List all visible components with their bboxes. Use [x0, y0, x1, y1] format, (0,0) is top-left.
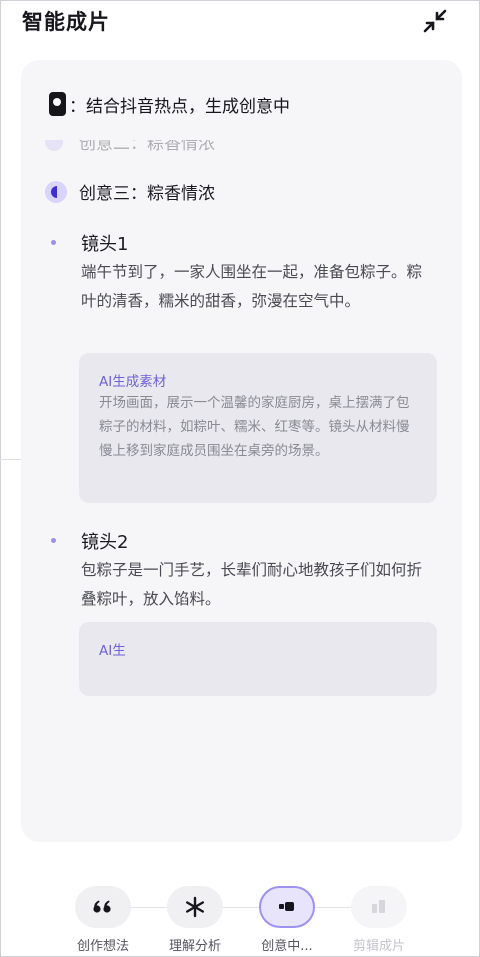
bullet-icon: [51, 240, 56, 245]
bullet-icon: [51, 538, 56, 543]
shot-description: 包粽子是一门手艺，长辈们耐心地教孩子们如何折叠粽叶，放入馅料。: [81, 561, 423, 608]
collapse-icon: [423, 9, 447, 33]
step-connector: [105, 907, 375, 908]
script-card[interactable]: ：结合抖音热点，生成创意中 创意二：粽香情浓 创意三：粽香情浓 镜头1 端午节到…: [21, 60, 462, 842]
edit-icon: [372, 900, 385, 913]
step-label: 创意中...: [261, 939, 313, 954]
current-idea-row: 创意三：粽香情浓: [45, 179, 215, 204]
idea-progress-icon: [45, 140, 63, 151]
idea-label: 创意二：粽香情浓: [79, 140, 215, 154]
shot-title: 镜头1: [81, 234, 129, 255]
idea-icon: [279, 902, 294, 911]
shot-item: 镜头1 端午节到了，一家人围坐在一起，准备包粽子。粽叶的清香，糯米的甜香，弥漫在…: [51, 230, 441, 510]
step-label: 剪辑成片: [352, 939, 405, 954]
idea-title: 创意三：粽香情浓: [79, 184, 215, 204]
ai-material-box: AI生成素材 开场画面，展示一个温馨的家庭厨房，桌上摆满了包粽子的材料，如粽叶、…: [79, 353, 437, 503]
ai-material-text: 开场画面，展示一个温馨的家庭厨房，桌上摆满了包粽子的材料，如粽叶、糯米、红枣等。…: [99, 395, 410, 459]
step-creating[interactable]: 创意中...: [247, 886, 327, 956]
step-label: 理解分析: [168, 939, 221, 954]
progress-steps-nav: 创作想法 理解分析 创意中... 剪辑成片: [0, 880, 480, 957]
step-edit[interactable]: 剪辑成片: [339, 886, 419, 956]
divider: [0, 459, 22, 460]
status-text: ：结合抖音热点，生成创意中: [69, 96, 290, 117]
step-label: 创作想法: [76, 939, 129, 954]
asterisk-icon: [186, 896, 204, 918]
shot-description: 端午节到了，一家人围坐在一起，准备包粽子。粽叶的清香，糯米的甜香，弥漫在空气中。: [81, 263, 423, 310]
scrolled-idea-row: 创意二：粽香情浓: [45, 140, 345, 154]
ai-material-label: AI生成素材: [99, 374, 167, 390]
header: 智能成片: [0, 0, 480, 52]
quote-icon: [93, 900, 111, 913]
camera-icon: [49, 92, 66, 116]
generation-status: ：结合抖音热点，生成创意中: [49, 90, 290, 118]
shot-title: 镜头2: [81, 532, 129, 553]
shot-item: 镜头2 包粽子是一门手艺，长辈们耐心地教孩子们如何折叠粽叶，放入馅料。 AI生: [51, 528, 441, 708]
idea-progress-icon: [45, 180, 67, 203]
page-title: 智能成片: [22, 10, 110, 34]
step-idea[interactable]: 创作想法: [63, 886, 143, 956]
step-analysis[interactable]: 理解分析: [155, 886, 235, 956]
collapse-button[interactable]: [420, 6, 450, 36]
ai-material-label: AI生: [99, 643, 126, 659]
ai-material-box: AI生: [79, 622, 437, 696]
